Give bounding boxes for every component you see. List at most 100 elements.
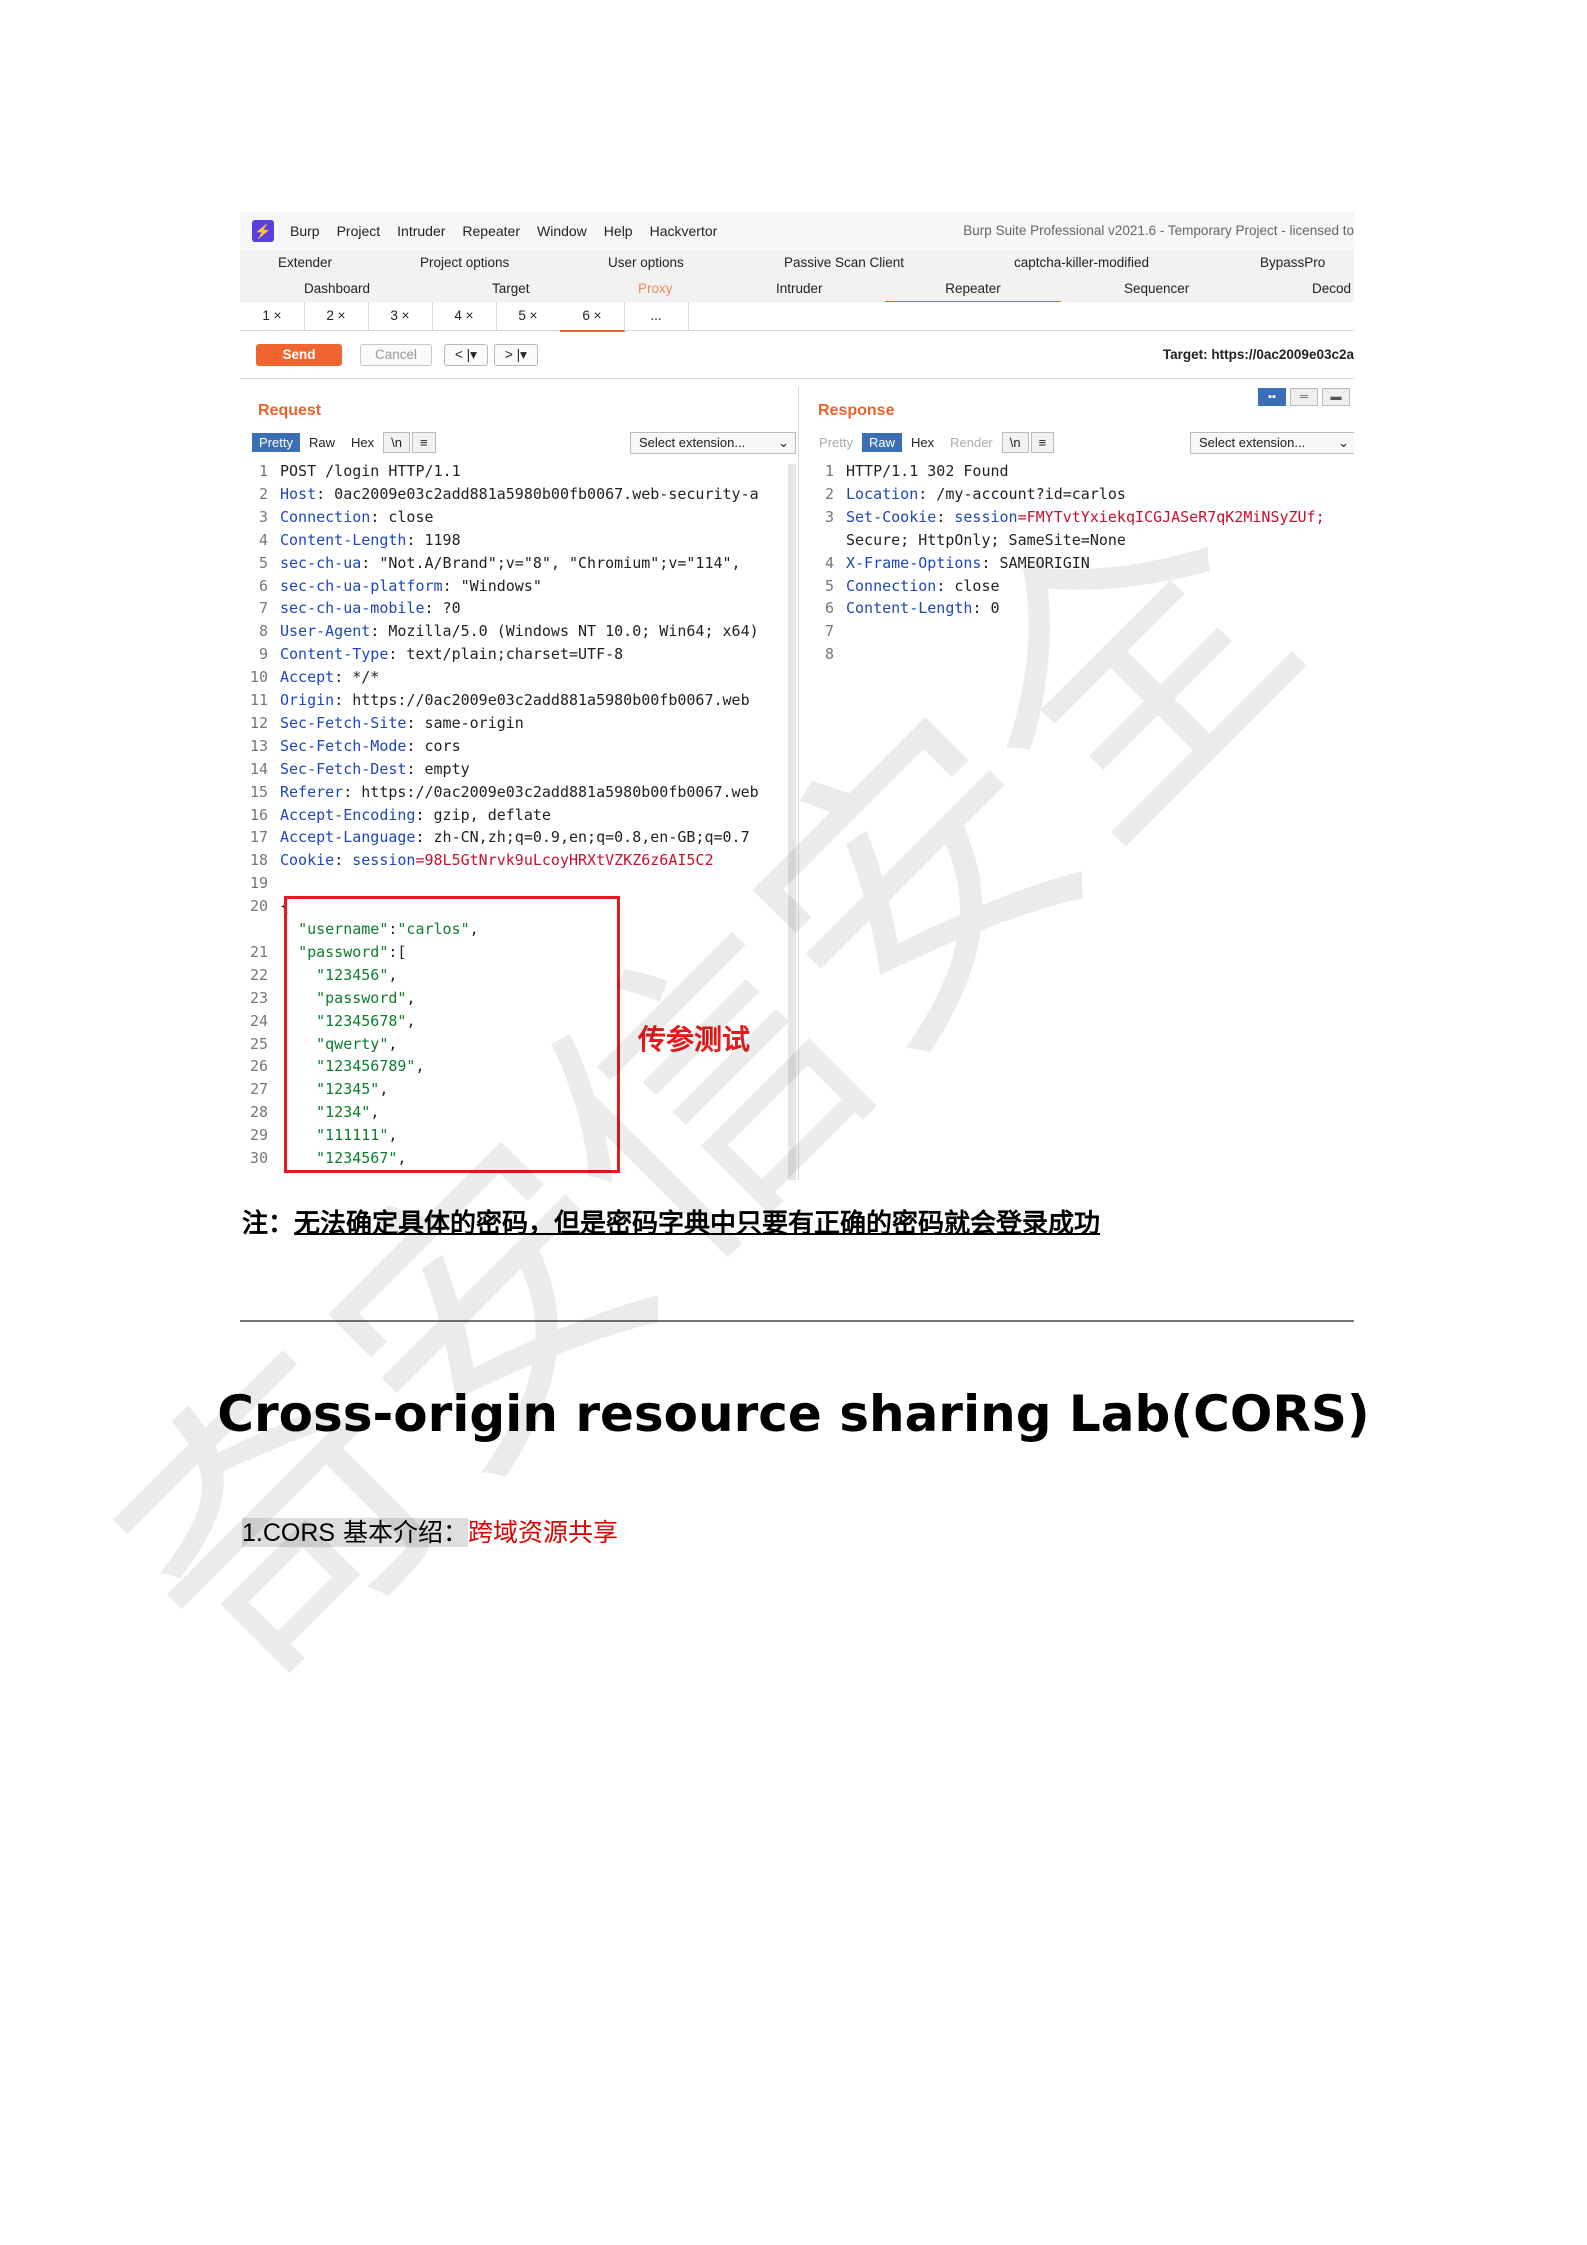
- line-number: 2: [824, 484, 834, 503]
- code-text: HTTP/1.1 302 Found: [846, 462, 1009, 480]
- request-select-extension-label: Select extension...: [639, 435, 746, 450]
- repeater-tab-2[interactable]: 2 ×: [304, 302, 369, 330]
- repeater-tab-4[interactable]: 4 ×: [432, 302, 497, 330]
- line-number: 1: [258, 462, 268, 480]
- line-code: Connection: close: [280, 506, 434, 529]
- line-code: Content-Length: 0: [846, 597, 1000, 620]
- tab-sequencer[interactable]: Sequencer: [1124, 281, 1189, 296]
- header-value: : 0: [972, 599, 1000, 618]
- tab-repeater[interactable]: Repeater: [885, 281, 1061, 303]
- repeater-tab-1[interactable]: 1 ×: [240, 302, 305, 330]
- response-newline-toggle[interactable]: \n: [1001, 432, 1029, 453]
- tab-target[interactable]: Target: [492, 281, 530, 296]
- burp-logo-icon: ⚡: [252, 220, 274, 242]
- response-hex-tab[interactable]: Hex: [904, 433, 941, 452]
- request-newline-toggle[interactable]: \n: [383, 432, 410, 453]
- header-value: : zh-CN,zh;q=0.9,en;q=0.8,en-GB;q=0.7: [415, 828, 750, 847]
- send-button[interactable]: Send: [256, 344, 342, 366]
- line-number: 29: [249, 1126, 268, 1145]
- note-paragraph: 注：无法确定具体的密码，但是密码字典中只要有正确的密码就会登录成功: [242, 1203, 1100, 1240]
- tabs-layout-icon[interactable]: ▬: [1322, 388, 1350, 406]
- line-number: 4: [258, 530, 268, 549]
- line-code: Connection: close: [846, 575, 1000, 598]
- menu-hackvertor[interactable]: Hackvertor: [650, 223, 718, 239]
- response-select-extension[interactable]: Select extension... ⌄: [1190, 432, 1354, 454]
- line-number: 7: [824, 622, 834, 641]
- header-value: : 1198: [406, 530, 461, 549]
- repeater-tabs: 1 × 2 × 3 × 4 × 5 × 6 × ...: [240, 302, 1354, 332]
- menu-project[interactable]: Project: [337, 223, 381, 239]
- tab-proxy[interactable]: Proxy: [638, 281, 673, 296]
- response-render-tab[interactable]: Render: [943, 433, 1000, 452]
- split-vertical-icon[interactable]: ═: [1290, 388, 1318, 406]
- split-horizontal-icon[interactable]: ▪▪: [1258, 388, 1286, 406]
- request-raw-tab[interactable]: Raw: [302, 433, 342, 452]
- menu-burp[interactable]: Burp: [290, 223, 320, 239]
- request-line: 7 sec-ch-ua-mobile: ?0: [240, 597, 788, 620]
- tab-passive-scan-client[interactable]: Passive Scan Client: [784, 255, 904, 270]
- response-title: Response: [818, 402, 895, 419]
- request-line: 10 Accept: */*: [240, 666, 788, 689]
- header-name: sec-ch-ua: [280, 553, 362, 572]
- response-pretty-tab[interactable]: Pretty: [812, 433, 860, 452]
- tab-bypasspro[interactable]: BypassPro: [1260, 255, 1325, 270]
- repeater-tab-5[interactable]: 5 ×: [496, 302, 561, 330]
- line-number: 3: [824, 507, 834, 526]
- request-hex-tab[interactable]: Hex: [344, 433, 381, 452]
- section-heading: Cross-origin resource sharing Lab(CORS): [217, 1385, 1370, 1443]
- request-line: 15 Referer: https://0ac2009e03c2add881a59…: [240, 781, 788, 804]
- tab-captcha-killer[interactable]: captcha-killer-modified: [1014, 255, 1149, 270]
- request-menu-icon[interactable]: ≡: [411, 432, 436, 453]
- response-menu-icon[interactable]: ≡: [1030, 432, 1055, 453]
- request-scrollbar[interactable]: [788, 464, 796, 1180]
- back-button[interactable]: < |▾: [444, 344, 488, 366]
- response-editor[interactable]: 1 HTTP/1.1 302 Found 2 Location: /my-accoun…: [806, 460, 1354, 1180]
- line-code: X-Frame-Options: SAMEORIGIN: [846, 552, 1090, 575]
- header-value: : https://0ac2009e03c2add881a5980b00fb00…: [334, 691, 750, 709]
- header-value: : same-origin: [406, 713, 524, 732]
- response-raw-tab[interactable]: Raw: [861, 433, 902, 452]
- menu-window[interactable]: Window: [537, 223, 587, 239]
- tab-dashboard[interactable]: Dashboard: [304, 281, 370, 296]
- request-pretty-tab[interactable]: Pretty: [252, 433, 300, 452]
- cookie-name: session: [954, 507, 1018, 526]
- chevron-down-icon: ⌄: [1338, 435, 1349, 450]
- line-number: 25: [249, 1034, 268, 1053]
- header-value: : close: [370, 507, 434, 526]
- tab-user-options[interactable]: User options: [608, 255, 684, 270]
- tab-decoder[interactable]: Decod: [1312, 281, 1351, 296]
- request-line: 4 Content-Length: 1198: [240, 529, 788, 552]
- line-number: 15: [249, 782, 268, 801]
- menu-help[interactable]: Help: [604, 223, 633, 239]
- cancel-button[interactable]: Cancel: [360, 344, 432, 366]
- response-line: 5 Connection: close: [806, 575, 1354, 598]
- repeater-tab-6[interactable]: 6 ×: [560, 302, 625, 332]
- repeater-tab-3[interactable]: 3 ×: [368, 302, 433, 330]
- header-value: : text/plain;charset=UTF-8: [388, 645, 624, 664]
- line-code: Accept-Encoding: gzip, deflate: [280, 804, 551, 827]
- menu-repeater[interactable]: Repeater: [462, 223, 520, 239]
- header-value: : close: [936, 576, 1000, 595]
- header-value: : empty: [406, 759, 470, 778]
- pane-divider[interactable]: [798, 387, 799, 1180]
- menu-intruder[interactable]: Intruder: [397, 223, 445, 239]
- annotation-label: 传参测试: [638, 1023, 751, 1056]
- forward-button[interactable]: > |▾: [494, 344, 538, 366]
- request-select-extension[interactable]: Select extension... ⌄: [630, 432, 796, 454]
- request-line: 6 sec-ch-ua-platform: "Windows": [240, 575, 788, 598]
- header-name: Origin: [280, 691, 335, 709]
- tab-intruder[interactable]: Intruder: [776, 281, 823, 296]
- response-line: 2 Location: /my-account?id=carlos: [806, 483, 1354, 506]
- cookie-value: =98L5GtNrvk9uLcoyHRXtVZKZ6z6AI5C2: [415, 851, 714, 870]
- line-number: 19: [249, 874, 268, 893]
- tab-extender[interactable]: Extender: [278, 255, 332, 270]
- header-name: Cookie: [280, 851, 335, 870]
- header-value: : https://0ac2009e03c2add881a5980b00fb00…: [343, 782, 759, 801]
- repeater-tab-more[interactable]: ...: [624, 302, 689, 330]
- tab-project-options[interactable]: Project options: [420, 255, 509, 270]
- chevron-down-icon: ⌄: [778, 435, 789, 450]
- line-number: 12: [249, 713, 268, 732]
- header-name: Location: [846, 484, 919, 503]
- line-number: 2: [258, 484, 268, 503]
- layout-toggle: ▪▪ ═ ▬: [1258, 388, 1350, 406]
